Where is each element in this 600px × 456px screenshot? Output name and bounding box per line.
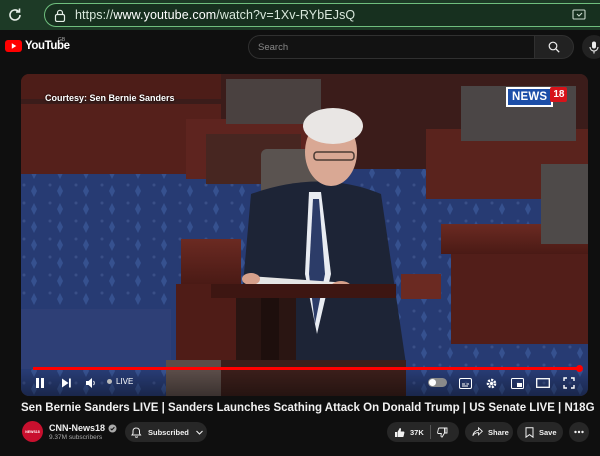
like-button[interactable]: 37K	[394, 427, 424, 438]
watermark-word: NEWS	[506, 87, 554, 107]
toggle-knob	[429, 379, 436, 386]
courtesy-caption: Courtesy: Sen Bernie Sanders	[45, 93, 175, 103]
browser-toolbar: https://www.youtube.com/watch?v=1Xv-RYbE…	[0, 0, 600, 30]
subscribed-button[interactable]: Subscribed	[125, 422, 207, 442]
video-player[interactable]: Courtesy: Sen Bernie Sanders NEWS 18 LIV…	[21, 74, 588, 396]
progress-bar[interactable]	[33, 365, 584, 372]
channel-name-text: CNN-News18	[49, 423, 106, 433]
search-input[interactable]: Search	[248, 35, 534, 59]
subtitles-icon	[458, 377, 472, 389]
player-controls: LIVE	[21, 371, 588, 396]
channel-avatar[interactable]: NEWS18	[22, 421, 43, 442]
miniplayer-button[interactable]	[507, 374, 527, 392]
more-icon	[574, 430, 584, 434]
gear-icon	[486, 378, 496, 388]
search-icon	[548, 41, 560, 53]
autoplay-toggle[interactable]	[428, 378, 447, 387]
volume-icon	[86, 378, 95, 388]
like-divider	[429, 425, 431, 439]
live-badge[interactable]: LIVE	[107, 377, 133, 386]
chevron-down-icon	[195, 430, 203, 435]
save-button[interactable]: Save	[517, 422, 563, 442]
country-code: GB	[58, 37, 66, 43]
share-icon	[472, 427, 483, 437]
avatar-text: NEWS18	[25, 429, 40, 434]
next-button[interactable]	[57, 374, 75, 392]
search-placeholder: Search	[258, 42, 289, 53]
more-actions-button[interactable]	[569, 422, 589, 442]
share-label: Share	[488, 427, 509, 437]
next-icon	[62, 378, 71, 388]
watermark-number: 18	[550, 86, 568, 102]
pause-button[interactable]	[31, 374, 49, 392]
video-frame	[21, 74, 588, 396]
settings-button[interactable]	[481, 374, 501, 392]
thumbs-up-icon	[395, 427, 405, 437]
reload-icon[interactable]	[0, 0, 30, 30]
live-label: LIVE	[116, 377, 134, 386]
verified-icon	[108, 424, 117, 432]
progress-fill	[33, 367, 580, 370]
channel-name[interactable]: CNN-News18	[49, 423, 117, 433]
theater-icon	[536, 378, 550, 388]
bell-icon	[131, 426, 142, 438]
like-dislike-group: 37K	[387, 422, 459, 442]
youtube-play-icon	[5, 40, 22, 52]
dislike-button[interactable]	[436, 427, 448, 438]
share-button[interactable]: Share	[465, 422, 513, 442]
subtitles-button[interactable]	[455, 374, 475, 392]
fullscreen-button[interactable]	[559, 374, 579, 392]
url-text: https://www.youtube.com/watch?v=1Xv-RYbE…	[75, 8, 356, 22]
microphone-icon	[589, 41, 599, 53]
voice-search-button[interactable]	[582, 35, 600, 59]
thumbs-down-icon	[436, 427, 448, 437]
subscribed-label: Subscribed	[148, 427, 189, 437]
search-button[interactable]	[534, 35, 574, 59]
live-dot	[107, 379, 112, 384]
subscriber-count: 9.37M subscribers	[49, 434, 103, 441]
fullscreen-icon	[563, 377, 575, 389]
like-count: 37K	[410, 427, 424, 437]
screencast-icon[interactable]	[572, 8, 586, 27]
address-bar[interactable]: https://www.youtube.com/watch?v=1Xv-RYbE…	[44, 3, 600, 27]
news18-watermark: NEWS 18	[506, 86, 568, 107]
youtube-masthead: YouTube GB Search	[0, 30, 600, 64]
lock-icon	[45, 4, 75, 26]
bookmark-icon	[525, 426, 534, 438]
miniplayer-icon	[510, 377, 524, 389]
save-label: Save	[539, 427, 557, 437]
theater-mode-button[interactable]	[533, 374, 553, 392]
video-title: Sen Bernie Sanders LIVE | Sanders Launch…	[21, 402, 595, 414]
pause-icon	[36, 378, 44, 388]
volume-button[interactable]	[82, 374, 100, 392]
